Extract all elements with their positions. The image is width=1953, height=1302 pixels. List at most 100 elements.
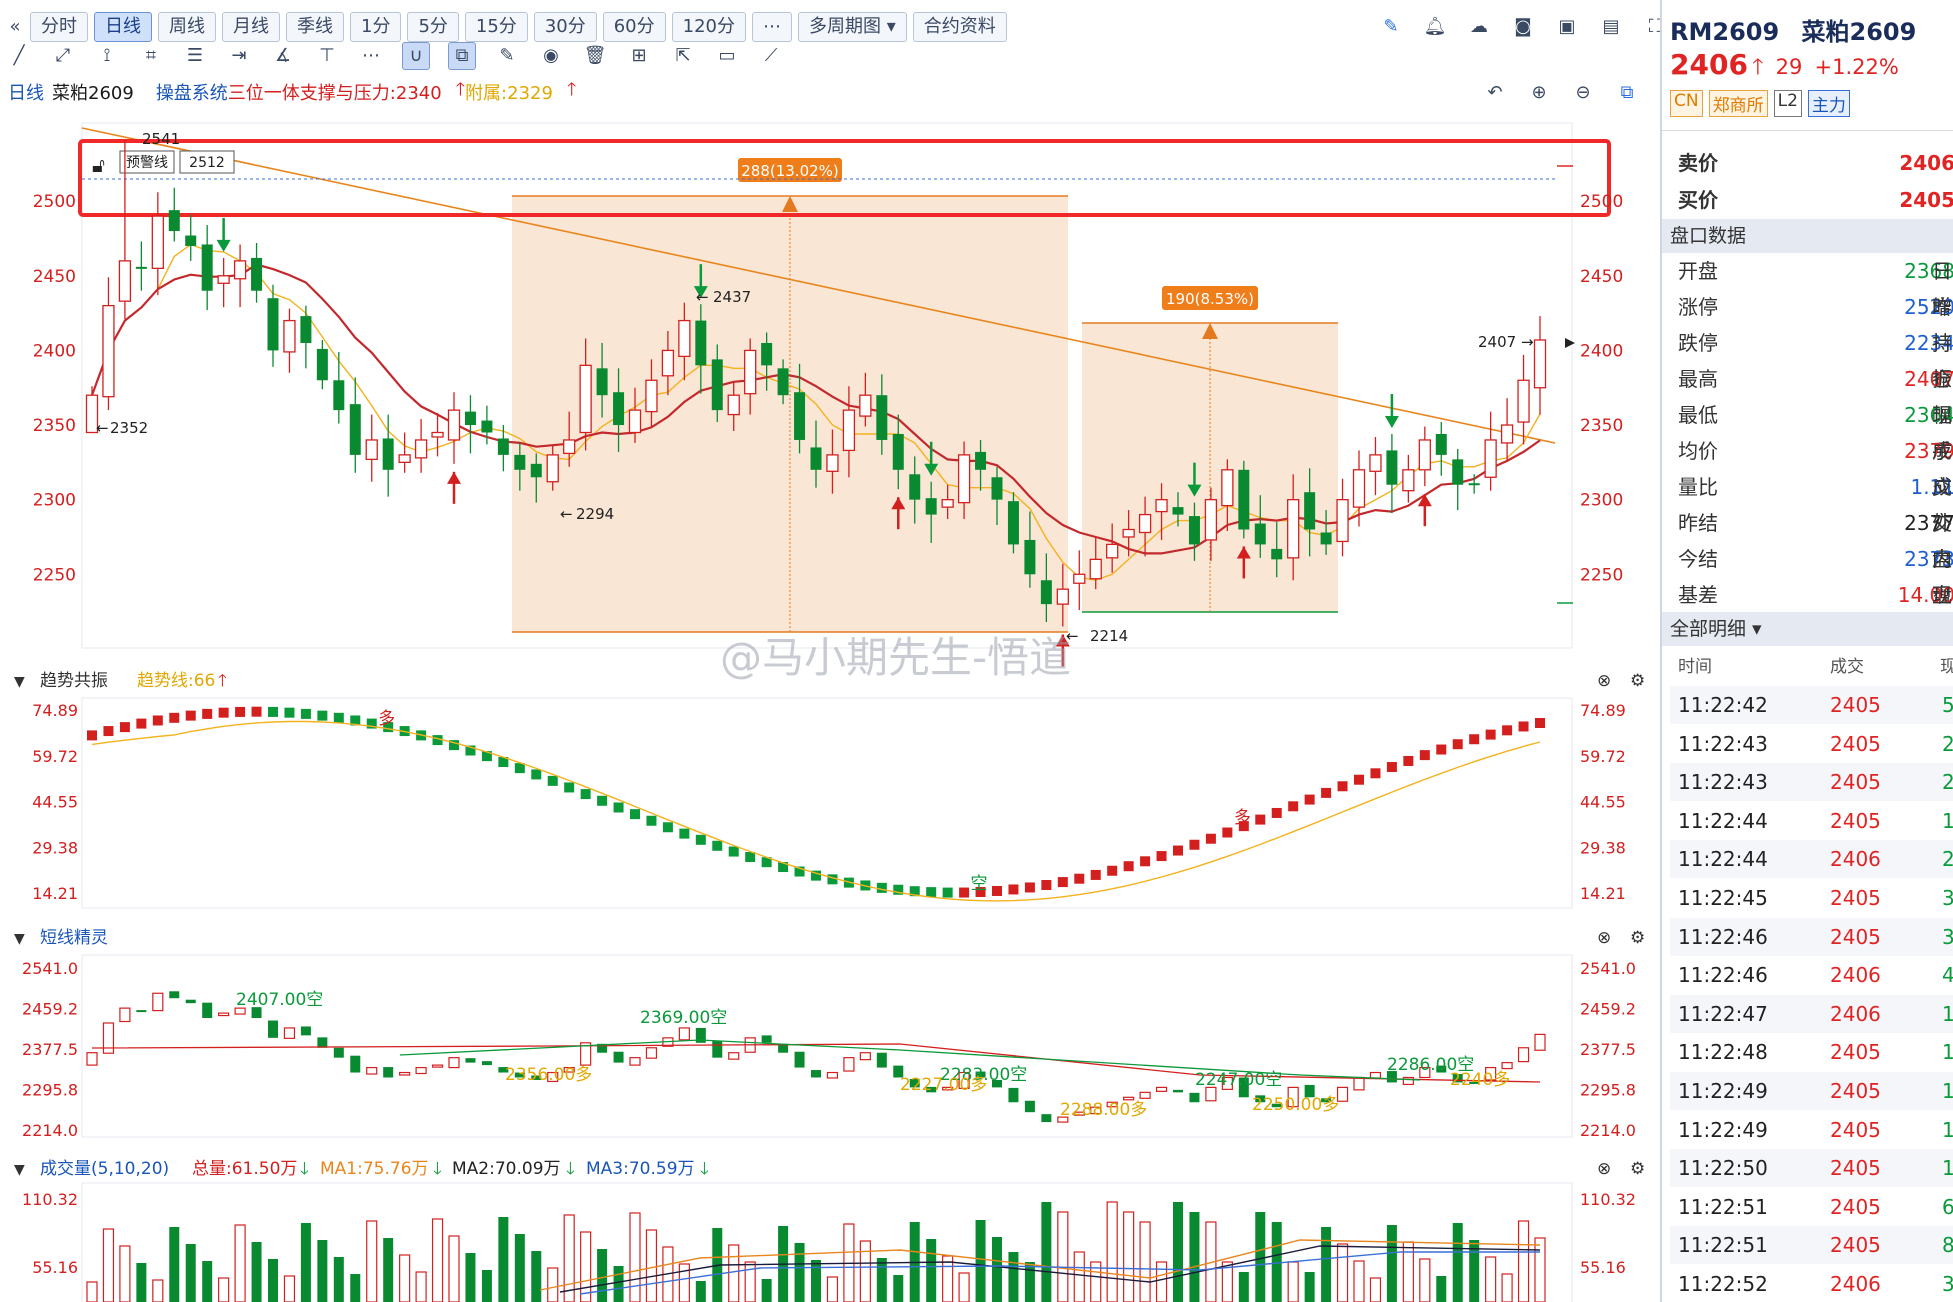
trend-bar xyxy=(87,730,97,741)
undo-icon[interactable]: ↶ xyxy=(1482,80,1508,106)
trade-row: 11:22:49 2405 1 xyxy=(1670,1072,1953,1110)
edit-icon[interactable]: ✎ xyxy=(1378,14,1404,40)
segment-tool-icon[interactable]: ⤢ xyxy=(50,43,76,69)
candle xyxy=(1402,454,1415,503)
close-panel-icon[interactable]: ⊗ xyxy=(1597,671,1611,691)
panel-settings-icon[interactable]: ⚙ xyxy=(1630,1159,1645,1179)
volume-bar xyxy=(1485,1256,1497,1302)
volume-bar xyxy=(1419,1258,1431,1302)
panel-settings-icon[interactable]: ⚙ xyxy=(1630,671,1645,691)
period-button-13[interactable]: 合约资料 xyxy=(912,12,1007,42)
volume-bar xyxy=(1321,1227,1332,1302)
window-icon[interactable]: ▣ xyxy=(1554,14,1580,40)
volume-bar xyxy=(202,1261,213,1302)
svg-text:←: ← xyxy=(560,505,573,523)
period-button-5[interactable]: 1分 xyxy=(350,12,402,42)
volume-bar xyxy=(415,1271,427,1302)
zoom-out-icon[interactable]: ⊖ xyxy=(1570,80,1596,106)
last-price: 2406 xyxy=(1670,48,1748,81)
ask-price: 2406 xyxy=(1899,151,1953,175)
trend-bar xyxy=(251,706,262,717)
period-button-11[interactable]: ⋯ xyxy=(751,12,792,42)
grid-icon[interactable]: ⊞ xyxy=(626,43,652,69)
period-button-0[interactable]: 分时 xyxy=(30,12,88,42)
period-button-1[interactable]: 日线 xyxy=(94,12,152,42)
measure-tool-icon[interactable]: ⇥ xyxy=(226,43,252,69)
period-button-6[interactable]: 5分 xyxy=(407,12,459,42)
trash-icon[interactable]: 🗑 xyxy=(582,43,608,69)
volume-bar xyxy=(1155,1261,1168,1302)
period-button-7[interactable]: 15分 xyxy=(464,12,528,42)
close-panel-icon[interactable]: ⊗ xyxy=(1597,928,1611,948)
collapse-left-icon[interactable]: « xyxy=(6,14,24,40)
volume-total: 总量:61.50万 xyxy=(192,1159,297,1179)
buy-signal-arrow xyxy=(447,471,461,504)
volume-bar xyxy=(152,1279,164,1302)
trend-bar xyxy=(613,802,624,813)
more-tools-icon[interactable]: ⋯ xyxy=(358,43,384,69)
export-icon[interactable]: ⇱ xyxy=(670,43,696,69)
camera-icon[interactable]: ◙ xyxy=(1510,14,1536,40)
top-tool-icon[interactable]: ⊤ xyxy=(314,43,340,69)
panel-settings-icon[interactable]: ⚙ xyxy=(1630,928,1645,948)
short-candle xyxy=(136,1010,147,1013)
candle xyxy=(431,413,444,457)
detail-header[interactable]: 全部明细 ▾ xyxy=(1662,612,1953,646)
trend-bar xyxy=(1535,717,1545,728)
volume-bar xyxy=(431,1218,444,1302)
candle xyxy=(1484,411,1497,491)
collapse-triangle-icon[interactable]: ▼ xyxy=(14,1162,25,1178)
trade-qty: 1 xyxy=(1942,802,1953,840)
trade-time: 11:22:52 xyxy=(1678,1272,1768,1296)
short-candle xyxy=(465,1058,476,1063)
lock-icon[interactable]: 🔓︎ xyxy=(92,153,105,177)
line-tool-icon[interactable]: ╱ xyxy=(6,43,32,69)
short-candle xyxy=(794,1051,805,1068)
trade-price: 2405 xyxy=(1830,1079,1881,1103)
trade-time: 11:22:45 xyxy=(1678,886,1768,910)
eye-icon[interactable]: ◉ xyxy=(538,43,564,69)
short-candle xyxy=(283,1027,296,1039)
ruler-icon[interactable]: ⟋ xyxy=(758,43,784,69)
volume-bar xyxy=(1139,1221,1151,1302)
copy-layer-icon[interactable]: ⧉ xyxy=(448,42,476,70)
angle-tool-icon[interactable]: ∡ xyxy=(270,43,296,69)
period-button-10[interactable]: 120分 xyxy=(671,12,746,42)
y-label: 74.89 xyxy=(32,701,78,720)
system-label[interactable]: 操盘系统 xyxy=(156,79,228,105)
field-label: 最高 xyxy=(1678,367,1718,391)
fib-tool-icon[interactable]: ☰ xyxy=(182,43,208,69)
crop-tool-icon[interactable]: ⌗ xyxy=(138,43,164,69)
comment-icon[interactable]: ▭ xyxy=(714,43,740,69)
volume-bar xyxy=(761,1279,772,1302)
pen-icon[interactable]: ✎ xyxy=(494,43,520,69)
volume-bar xyxy=(926,1239,937,1302)
volume-bar xyxy=(744,1261,756,1302)
period-button-8[interactable]: 30分 xyxy=(533,12,597,42)
period-button-3[interactable]: 月线 xyxy=(222,12,280,42)
period-button-12[interactable]: 多周期图 ▾ xyxy=(797,12,907,42)
close-panel-icon[interactable]: ⊗ xyxy=(1597,1159,1611,1179)
zoom-in-icon[interactable]: ⊕ xyxy=(1526,80,1552,106)
collapse-triangle-icon[interactable]: ▼ xyxy=(14,931,25,947)
tag-cn: CN xyxy=(1670,90,1703,117)
y-label: 59.72 xyxy=(1580,747,1626,766)
magnet-icon[interactable]: ∪ xyxy=(402,42,430,70)
multi-point-tool-icon[interactable]: ⟟ xyxy=(94,43,120,69)
trade-row: 11:22:43 2405 2 xyxy=(1670,763,1953,802)
trade-qty: 1 xyxy=(1942,1111,1953,1149)
period-button-4[interactable]: 季线 xyxy=(286,12,344,42)
sync-icon[interactable]: ⧉ xyxy=(1614,80,1640,106)
y-label: 2295.8 xyxy=(1580,1081,1636,1100)
cloud-icon[interactable]: ☁ xyxy=(1466,14,1492,40)
trend-bar xyxy=(580,789,591,800)
period-button-2[interactable]: 周线 xyxy=(158,12,216,42)
period-button-9[interactable]: 60分 xyxy=(602,12,666,42)
short-candle xyxy=(366,1066,378,1075)
layout-icon[interactable]: ▤ xyxy=(1598,14,1624,40)
bell-icon[interactable]: 🔔︎ xyxy=(1422,14,1448,40)
kline-chart-area[interactable]: 288(13.02%) 190(8.53%) 🔓︎ 预警线 2512 2500 2… xyxy=(0,108,1660,1302)
collapse-triangle-icon[interactable]: ▼ xyxy=(14,674,25,690)
volume-bar xyxy=(1123,1211,1135,1302)
volume-bar xyxy=(859,1240,871,1302)
